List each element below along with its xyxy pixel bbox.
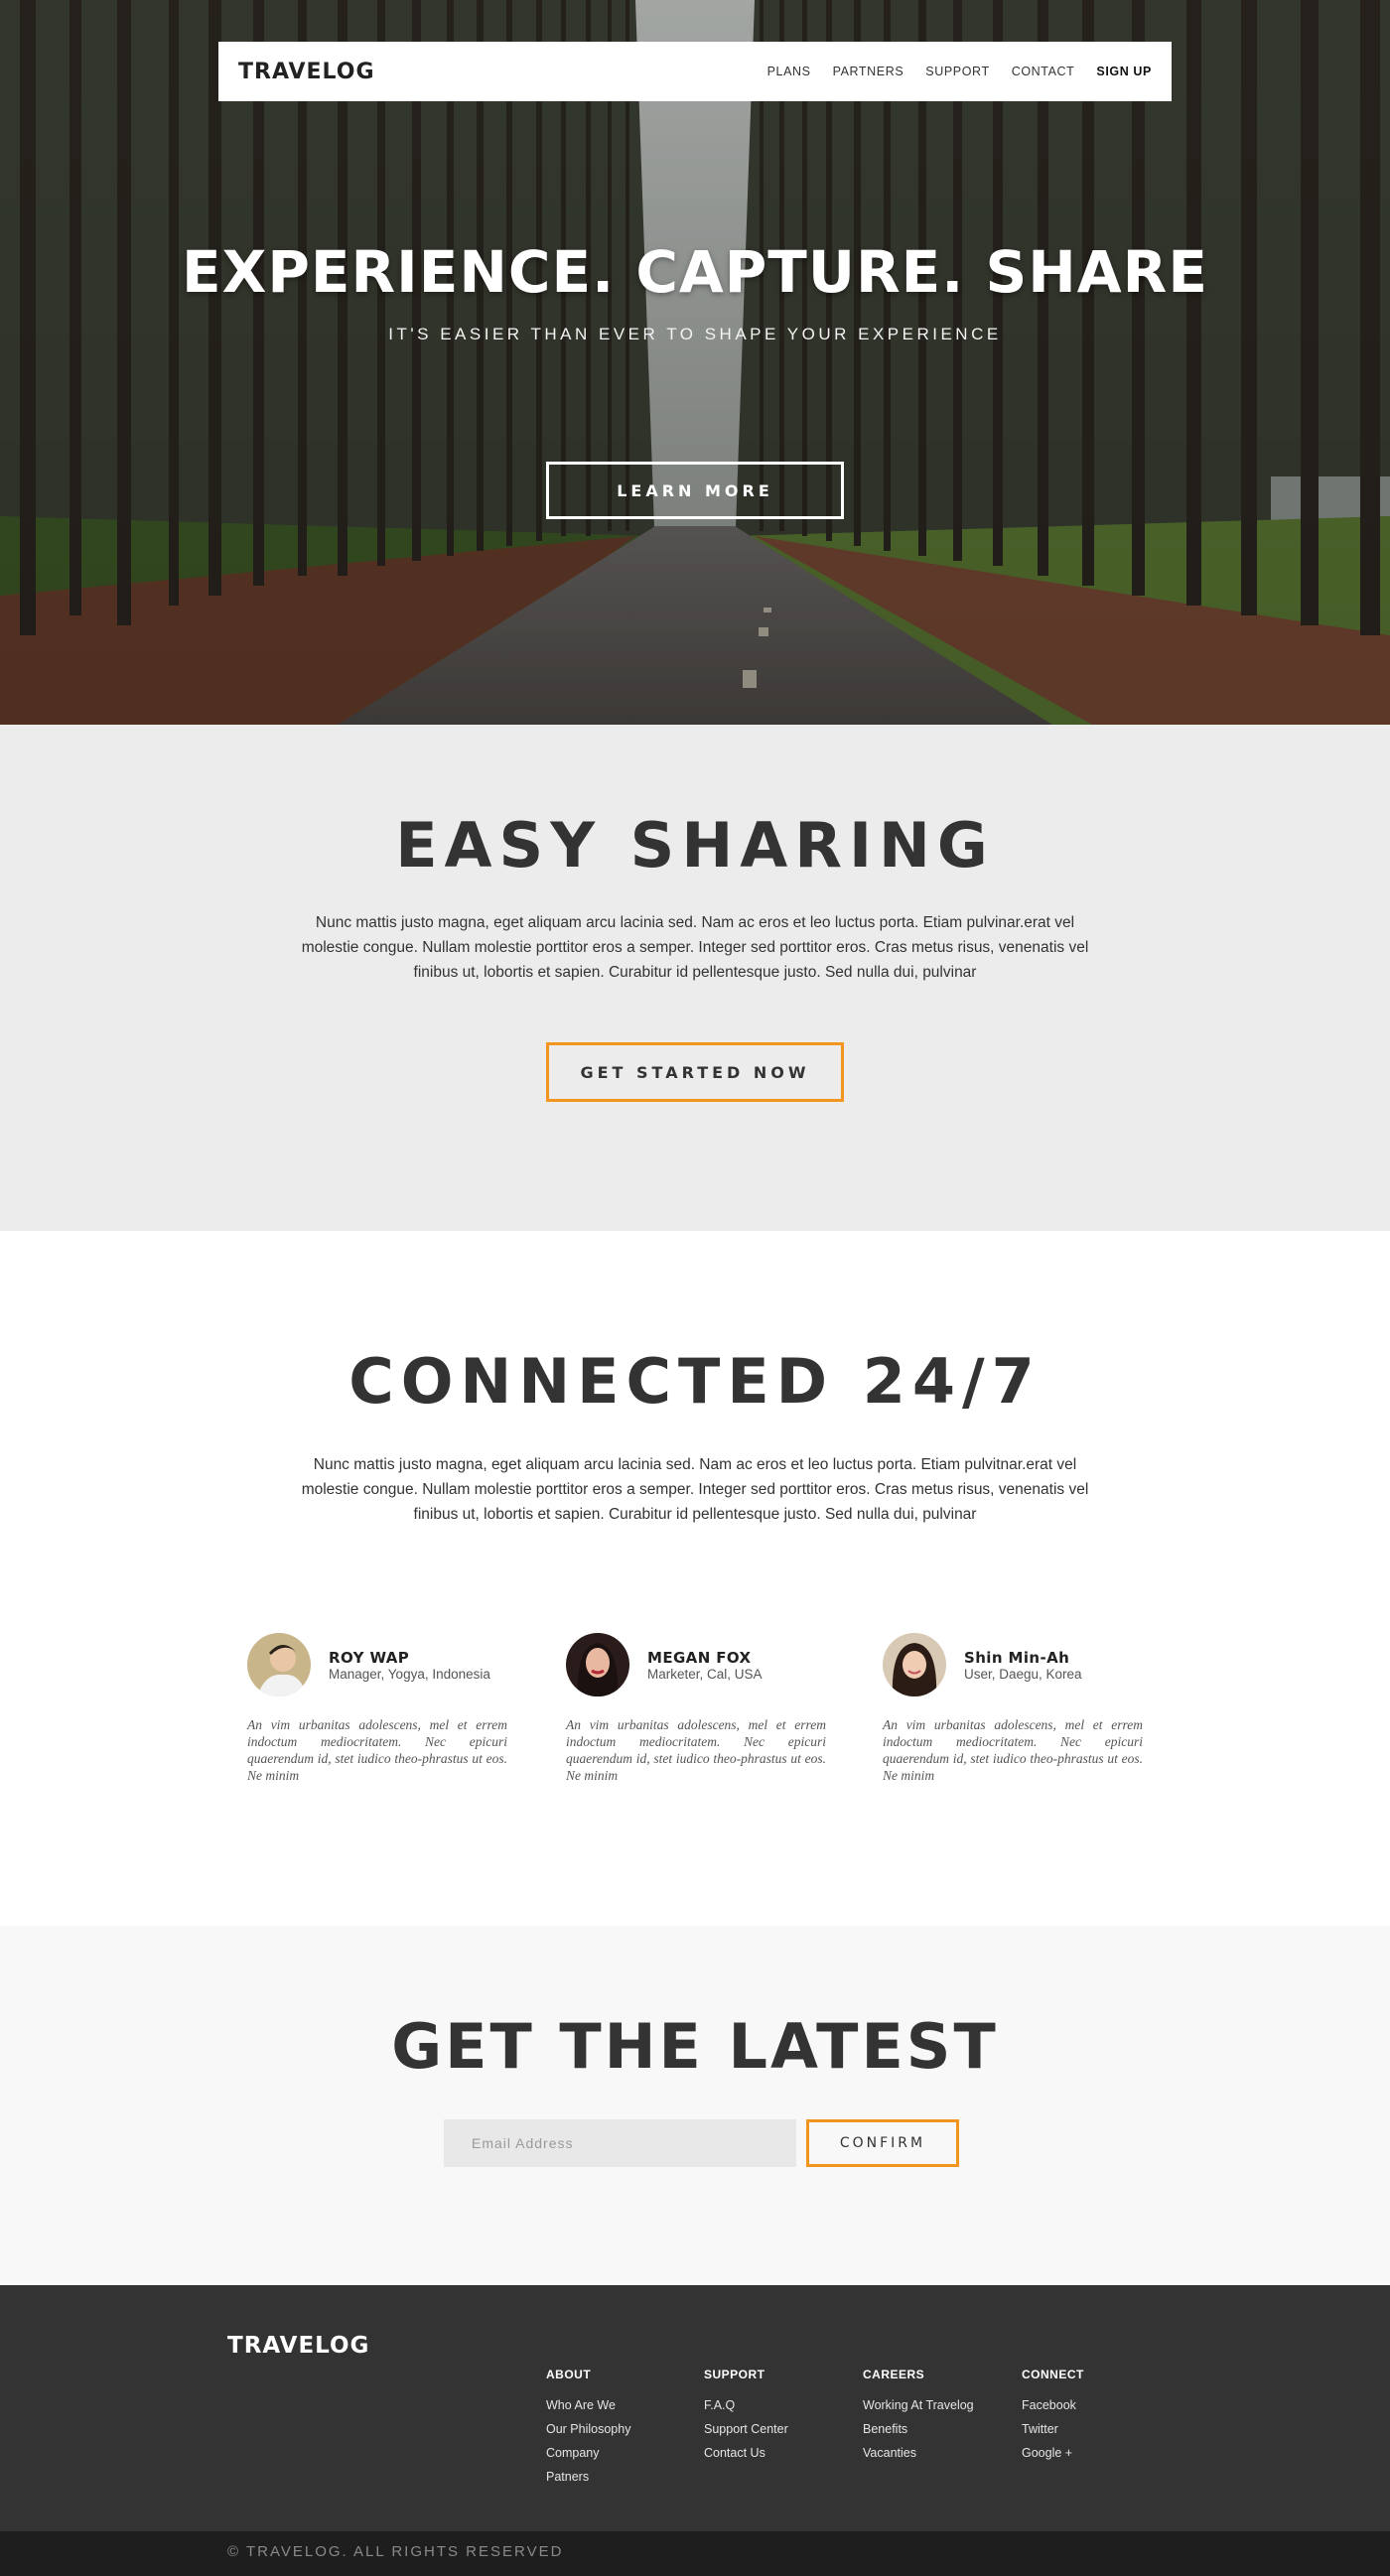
footer-link[interactable]: F.A.Q bbox=[704, 2393, 788, 2417]
copyright-bar: © TRAVELOG. ALL RIGHTS RESERVED bbox=[0, 2531, 1390, 2576]
testimonial-card: Shin Min-Ah User, Daegu, Korea An vim ur… bbox=[883, 1633, 1143, 1784]
footer-heading: ABOUT bbox=[546, 2368, 592, 2381]
footer-column-about: ABOUT Who Are We Our Philosophy Company … bbox=[546, 2368, 630, 2489]
footer-link[interactable]: Who Are We bbox=[546, 2393, 630, 2417]
brand-logo[interactable]: TRAVELOG bbox=[238, 60, 375, 84]
top-navbar: TRAVELOG PLANS PARTNERS SUPPORT CONTACT … bbox=[218, 42, 1172, 101]
confirm-button[interactable]: CONFIRM bbox=[806, 2119, 959, 2167]
testimonial-role: Marketer, Cal, USA bbox=[647, 1666, 763, 1682]
hero-section: TRAVELOG PLANS PARTNERS SUPPORT CONTACT … bbox=[0, 0, 1390, 725]
footer-link[interactable]: Contact Us bbox=[704, 2441, 788, 2465]
footer-link-twitter[interactable]: Twitter bbox=[1022, 2417, 1084, 2441]
easy-sharing-section: EASY SHARING Nunc mattis justo magna, eg… bbox=[0, 725, 1390, 1231]
get-started-button[interactable]: GET STARTED NOW bbox=[546, 1042, 844, 1102]
footer-brand-logo[interactable]: TRAVELOG bbox=[227, 2333, 369, 2359]
footer-link[interactable]: Company bbox=[546, 2441, 630, 2465]
footer-heading: CAREERS bbox=[863, 2368, 925, 2381]
testimonial-role: Manager, Yogya, Indonesia bbox=[329, 1666, 490, 1682]
footer: TRAVELOG ABOUT Who Are We Our Philosophy… bbox=[0, 2285, 1390, 2533]
hero-forest-road-image bbox=[0, 0, 1390, 725]
hero-title: EXPERIENCE. CAPTURE. SHARE bbox=[182, 238, 1208, 306]
connected-text: Nunc mattis justo magna, eget aliquam ar… bbox=[301, 1456, 1089, 1523]
footer-link[interactable]: Benefits bbox=[863, 2417, 974, 2441]
footer-link[interactable]: Our Philosophy bbox=[546, 2417, 630, 2441]
copyright-text: © TRAVELOG. ALL RIGHTS RESERVED bbox=[227, 2543, 564, 2560]
testimonial-name: ROY WAP bbox=[329, 1648, 410, 1667]
nav-link-support[interactable]: SUPPORT bbox=[925, 65, 989, 78]
learn-more-button[interactable]: LEARN MORE bbox=[546, 462, 844, 519]
footer-column-careers: CAREERS Working At Travelog Benefits Vac… bbox=[863, 2368, 974, 2465]
nav-link-sign-up[interactable]: SIGN UP bbox=[1096, 65, 1152, 78]
footer-heading: CONNECT bbox=[1022, 2368, 1084, 2381]
footer-link-facebook[interactable]: Facebook bbox=[1022, 2393, 1084, 2417]
testimonial-quote: An vim urbanitas adolescens, mel et erre… bbox=[247, 1717, 507, 1783]
footer-link-google-plus[interactable]: Google + bbox=[1022, 2441, 1084, 2465]
testimonial-role: User, Daegu, Korea bbox=[964, 1666, 1082, 1682]
connected-section: CONNECTED 24/7 Nunc mattis justo magna, … bbox=[0, 1231, 1390, 1926]
testimonial-name: MEGAN FOX bbox=[647, 1648, 752, 1667]
nav-link-contact[interactable]: CONTACT bbox=[1012, 65, 1075, 78]
footer-link[interactable]: Working At Travelog bbox=[863, 2393, 974, 2417]
footer-heading: SUPPORT bbox=[704, 2368, 765, 2381]
testimonial-quote: An vim urbanitas adolescens, mel et erre… bbox=[566, 1717, 826, 1783]
connected-title: CONNECTED 24/7 bbox=[348, 1345, 1042, 1418]
testimonial-name: Shin Min-Ah bbox=[964, 1648, 1070, 1667]
easy-sharing-text: Nunc mattis justo magna, eget aliquam ar… bbox=[301, 914, 1089, 981]
hero-subtitle: IT'S EASIER THAN EVER TO SHAPE YOUR EXPE… bbox=[388, 325, 1002, 343]
footer-column-support: SUPPORT F.A.Q Support Center Contact Us bbox=[704, 2368, 788, 2465]
footer-link[interactable]: Vacanties bbox=[863, 2441, 974, 2465]
avatar bbox=[247, 1633, 311, 1696]
newsletter-title: GET THE LATEST bbox=[391, 2010, 999, 2083]
nav-link-plans[interactable]: PLANS bbox=[767, 65, 811, 78]
avatar bbox=[566, 1633, 629, 1696]
newsletter-section: GET THE LATEST CONFIRM bbox=[0, 1926, 1390, 2285]
easy-sharing-title: EASY SHARING bbox=[395, 809, 995, 881]
nav-link-partners[interactable]: PARTNERS bbox=[833, 65, 904, 78]
testimonial-quote: An vim urbanitas adolescens, mel et erre… bbox=[883, 1717, 1143, 1783]
footer-link[interactable]: Patners bbox=[546, 2465, 630, 2489]
email-input[interactable] bbox=[444, 2119, 796, 2167]
footer-column-connect: CONNECT Facebook Twitter Google + bbox=[1022, 2368, 1084, 2465]
nav-links: PLANS PARTNERS SUPPORT CONTACT SIGN UP bbox=[767, 65, 1152, 78]
footer-link[interactable]: Support Center bbox=[704, 2417, 788, 2441]
testimonial-card: MEGAN FOX Marketer, Cal, USA An vim urba… bbox=[566, 1633, 826, 1784]
avatar bbox=[883, 1633, 946, 1696]
testimonial-card: ROY WAP Manager, Yogya, Indonesia An vim… bbox=[247, 1633, 507, 1784]
